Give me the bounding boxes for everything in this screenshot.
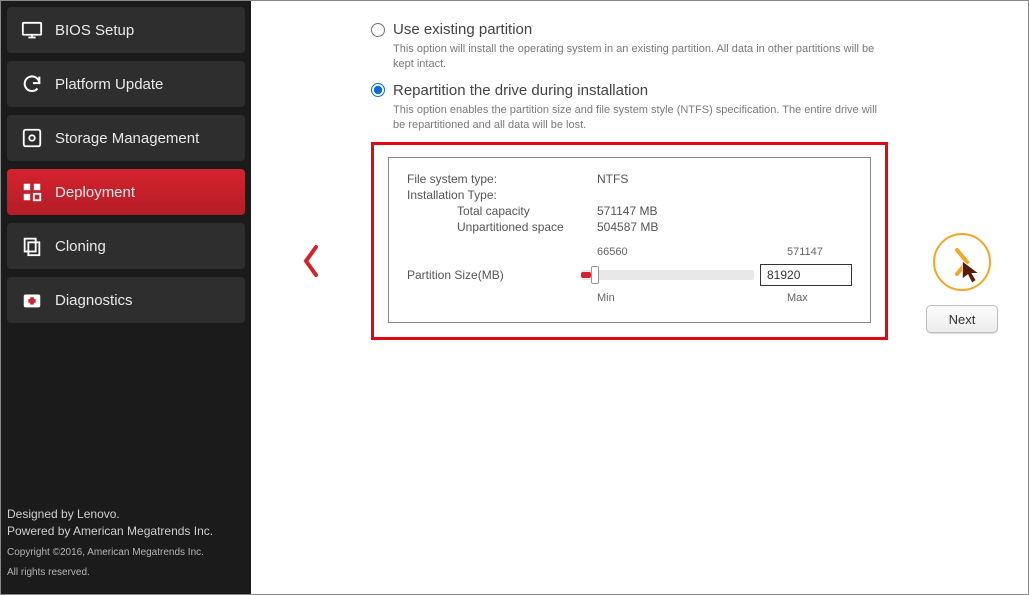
- radio-repartition[interactable]: Repartition the drive during installatio…: [371, 82, 888, 99]
- refresh-icon: [21, 75, 43, 93]
- sidebar-item-bios-setup[interactable]: BIOS Setup: [7, 7, 245, 53]
- slider-max-label: Max: [787, 292, 852, 304]
- sidebar-menu: BIOS Setup Platform Update Storage Manag…: [7, 7, 245, 506]
- sidebar-item-label: Diagnostics: [55, 292, 133, 309]
- app-window: BIOS Setup Platform Update Storage Manag…: [0, 0, 1029, 595]
- total-capacity-label: Total capacity: [407, 204, 597, 218]
- footer-rights: All rights reserved.: [7, 566, 245, 580]
- partition-settings-box: File system type: NTFS Installation Type…: [388, 157, 871, 323]
- slider-min-label: Min: [597, 292, 787, 304]
- main-panel: Use existing partition This option will …: [251, 1, 1028, 594]
- grid-icon: [21, 183, 43, 201]
- footer: Designed by Lenovo. Powered by American …: [7, 506, 245, 580]
- radio-input-repartition[interactable]: [371, 83, 385, 97]
- footer-line: Designed by Lenovo.: [7, 506, 245, 523]
- monitor-icon: [21, 21, 43, 39]
- partition-mode-group: Use existing partition This option will …: [371, 21, 888, 132]
- unpartitioned-value: 504587 MB: [597, 220, 737, 234]
- footer-line: Powered by American Megatrends Inc.: [7, 523, 245, 540]
- install-type-label: Installation Type:: [407, 188, 597, 202]
- total-capacity-value: 571147 MB: [597, 204, 737, 218]
- medkit-icon: [21, 291, 43, 309]
- sidebar-item-label: Deployment: [55, 184, 135, 201]
- radio-input-existing[interactable]: [371, 23, 385, 37]
- radio-label: Repartition the drive during installatio…: [393, 82, 648, 99]
- forward-circle-button[interactable]: [933, 233, 991, 291]
- sidebar-item-label: Storage Management: [55, 130, 199, 147]
- sidebar-item-diagnostics[interactable]: Diagnostics: [7, 277, 245, 323]
- radio-label: Use existing partition: [393, 21, 532, 38]
- partition-size-input[interactable]: [760, 264, 852, 286]
- radio-desc: This option will install the operating s…: [393, 42, 888, 72]
- slider-fill: [581, 272, 591, 278]
- slider-max-value: 571147: [787, 246, 852, 258]
- nav-right-group: Next: [926, 233, 998, 333]
- sidebar-item-storage-management[interactable]: Storage Management: [7, 115, 245, 161]
- sidebar-item-label: Platform Update: [55, 76, 163, 93]
- copy-icon: [21, 237, 43, 255]
- sidebar-item-cloning[interactable]: Cloning: [7, 223, 245, 269]
- sidebar-item-deployment[interactable]: Deployment: [7, 169, 245, 215]
- sidebar: BIOS Setup Platform Update Storage Manag…: [1, 1, 251, 594]
- cursor-icon: [961, 257, 983, 287]
- partition-settings-highlight: File system type: NTFS Installation Type…: [371, 142, 888, 340]
- sidebar-item-platform-update[interactable]: Platform Update: [7, 61, 245, 107]
- fs-type-label: File system type:: [407, 172, 597, 186]
- content-area: Use existing partition This option will …: [351, 1, 908, 578]
- partition-size-slider[interactable]: [581, 270, 755, 280]
- radio-use-existing[interactable]: Use existing partition: [371, 21, 888, 38]
- sidebar-item-label: BIOS Setup: [55, 22, 134, 39]
- disk-icon: [21, 129, 43, 147]
- slider-thumb[interactable]: [591, 266, 599, 284]
- radio-desc: This option enables the partition size a…: [393, 103, 888, 133]
- next-button[interactable]: Next: [926, 305, 998, 333]
- prev-button[interactable]: [297, 241, 327, 281]
- partition-size-label: Partition Size(MB): [407, 268, 581, 282]
- unpartitioned-label: Unpartitioned space: [407, 220, 597, 234]
- sidebar-item-label: Cloning: [55, 238, 106, 255]
- footer-copyright: Copyright ©2016, American Megatrends Inc…: [7, 546, 245, 560]
- fs-type-value: NTFS: [597, 172, 737, 186]
- slider-min-value: 66560: [597, 246, 787, 258]
